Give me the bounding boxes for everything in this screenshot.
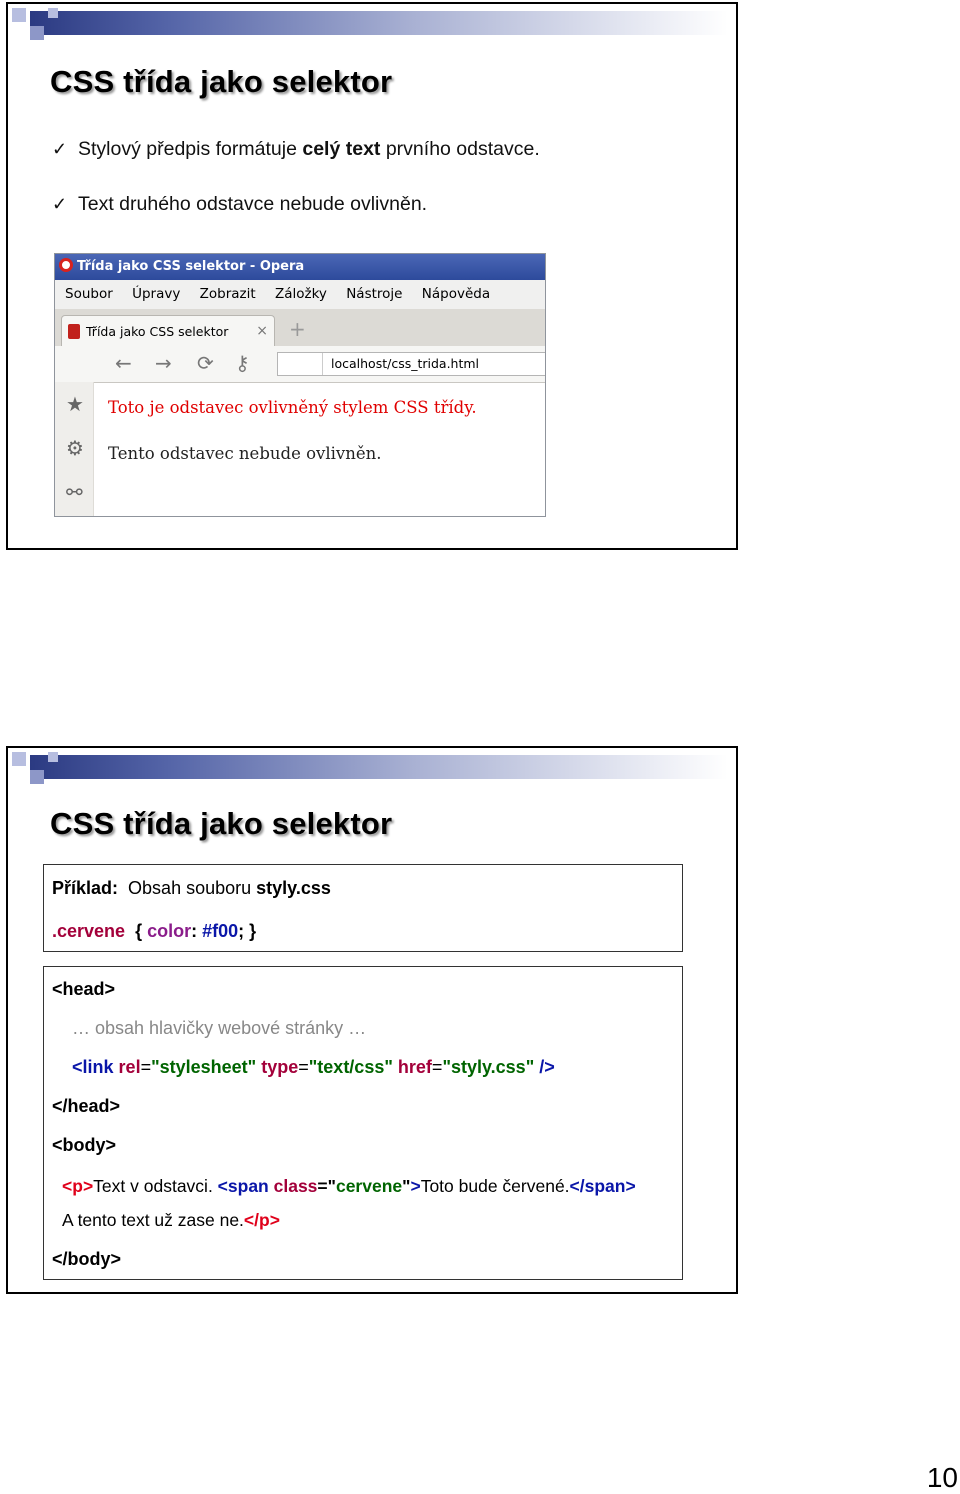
deco-square bbox=[12, 8, 26, 22]
new-tab-icon[interactable]: + bbox=[289, 317, 306, 341]
code-line: <head> bbox=[52, 979, 116, 999]
browser-sidebar: ★ ⚙ ⚯ bbox=[55, 382, 94, 516]
slide-2: CSS třída jako selektor Příklad: Obsah s… bbox=[6, 746, 738, 1294]
deco-square bbox=[30, 26, 44, 40]
check-icon: ✓ bbox=[52, 139, 68, 159]
deco-square bbox=[30, 770, 44, 784]
key-icon[interactable]: ⚷ bbox=[235, 351, 250, 375]
forward-icon[interactable]: → bbox=[155, 351, 172, 375]
browser-nav-bar: ← → ⟳ ⚷ localhost/css_trida.html bbox=[55, 346, 545, 383]
bullet-item: ✓ Text druhého odstavce nebude ovlivněn. bbox=[52, 193, 428, 215]
browser-screenshot: Třída jako CSS selektor - Opera Soubor Ú… bbox=[54, 253, 546, 517]
code-line: </head> bbox=[52, 1096, 121, 1116]
menu-item-soubor[interactable]: Soubor bbox=[65, 286, 113, 302]
slide-title: CSS třída jako selektor bbox=[50, 806, 393, 841]
code-line-paragraph-end: A tento text už zase ne.</p> bbox=[62, 1210, 280, 1230]
check-icon: ✓ bbox=[52, 194, 68, 214]
opera-logo-icon bbox=[59, 258, 73, 272]
deco-square bbox=[48, 8, 58, 18]
address-bar[interactable]: localhost/css_trida.html bbox=[277, 352, 545, 376]
slide-title: CSS třída jako selektor bbox=[50, 64, 393, 99]
browser-menu-bar: Soubor Úpravy Zobrazit Záložky Nástroje … bbox=[55, 280, 545, 309]
example-caption: Příklad: Obsah souboru styly.css bbox=[52, 878, 331, 898]
browser-title-bar: Třída jako CSS selektor - Opera bbox=[55, 254, 545, 280]
slide-1: CSS třída jako selektor ✓ Stylový předpis… bbox=[6, 2, 738, 550]
menu-item-nastroje[interactable]: Nástroje bbox=[346, 286, 402, 302]
code-line: <body> bbox=[52, 1135, 117, 1155]
gear-icon[interactable]: ⚙ bbox=[66, 436, 84, 460]
slide-decoration bbox=[8, 748, 728, 792]
normal-paragraph: Tento odstavec nebude ovlivněn. bbox=[108, 444, 382, 463]
bullet-item: ✓ Stylový předpis formátuje celý text prv… bbox=[52, 138, 540, 160]
deco-square bbox=[48, 752, 58, 762]
page-number: 10 bbox=[926, 1462, 958, 1493]
menu-item-zobrazit[interactable]: Zobrazit bbox=[200, 286, 256, 302]
deco-square bbox=[12, 752, 26, 766]
back-icon[interactable]: ← bbox=[115, 351, 132, 375]
browser-tab-strip: Třída jako CSS selektor × + bbox=[55, 309, 545, 346]
code-line: </body> bbox=[52, 1249, 122, 1269]
menu-item-napoveda[interactable]: Nápověda bbox=[422, 286, 490, 302]
html-code-box: <head> … obsah hlavičky webové stránky …… bbox=[43, 966, 683, 1280]
red-paragraph: Toto je odstavec ovlivněný stylem CSS tř… bbox=[108, 398, 477, 417]
browser-tab[interactable]: Třída jako CSS selektor × bbox=[61, 315, 275, 346]
slide-decoration bbox=[8, 4, 728, 48]
star-icon[interactable]: ★ bbox=[66, 392, 84, 416]
code-line-paragraph: <p>Text v odstavci. <span class="cervene… bbox=[62, 1176, 636, 1196]
menu-item-upravy[interactable]: Úpravy bbox=[132, 286, 180, 302]
reload-icon[interactable]: ⟳ bbox=[197, 351, 214, 375]
menu-item-zalozky[interactable]: Záložky bbox=[275, 286, 327, 302]
close-icon[interactable]: × bbox=[256, 316, 268, 347]
page-icon bbox=[68, 324, 80, 339]
title-gradient-bar bbox=[30, 11, 728, 35]
code-comment: … obsah hlavičky webové stránky … bbox=[72, 1018, 367, 1038]
share-icon[interactable]: ⚯ bbox=[66, 480, 83, 504]
title-gradient-bar bbox=[30, 755, 728, 779]
css-example-box: Příklad: Obsah souboru styly.css .cerven… bbox=[43, 864, 683, 952]
css-rule: .cervene { color: #f00; } bbox=[52, 921, 257, 941]
code-line-link: <link rel="stylesheet" type="text/css" h… bbox=[72, 1057, 555, 1077]
